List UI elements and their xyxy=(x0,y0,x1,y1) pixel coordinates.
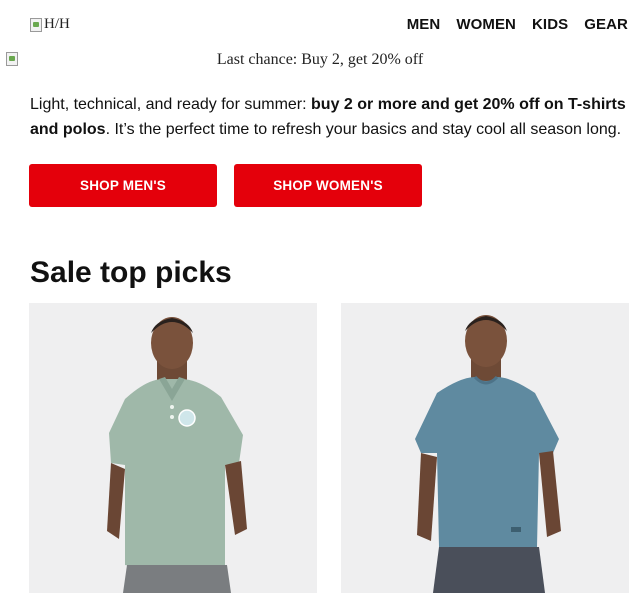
product-card-polo[interactable] xyxy=(29,303,317,593)
shop-mens-button[interactable]: SHOP MEN'S xyxy=(29,164,217,207)
main-nav: MEN WOMEN KIDS GEAR xyxy=(407,16,628,33)
shorts-shape xyxy=(433,547,545,593)
header: H/H MEN WOMEN KIDS GEAR xyxy=(0,0,640,48)
promo-banner: Last chance: Buy 2, get 20% off xyxy=(0,48,640,72)
polo-shirt-image xyxy=(107,317,247,593)
promo-text: Last chance: Buy 2, get 20% off xyxy=(216,51,424,68)
nav-item-men[interactable]: MEN xyxy=(407,16,441,33)
intro-lead: Light, technical, and ready for summer: xyxy=(30,96,312,113)
product-card-tshirt[interactable] xyxy=(341,303,629,593)
shop-womens-button[interactable]: SHOP WOMEN'S xyxy=(234,164,422,207)
nav-item-gear[interactable]: GEAR xyxy=(584,16,628,33)
shorts-shape xyxy=(123,565,231,593)
nav-item-women[interactable]: WOMEN xyxy=(456,16,516,33)
logo-alt-text: H/H xyxy=(44,16,70,32)
nav-item-kids[interactable]: KIDS xyxy=(532,16,568,33)
intro-paragraph: Light, technical, and ready for summer: … xyxy=(30,92,630,142)
brand-logo[interactable]: H/H xyxy=(30,16,70,33)
intro-tail: . It’s the perfect time to refresh your … xyxy=(105,121,622,138)
tshirt-shape xyxy=(415,377,559,551)
polo-shirt-shape xyxy=(109,379,243,569)
broken-image-icon xyxy=(30,17,42,32)
tshirt-image xyxy=(415,315,561,593)
section-title: Sale top picks xyxy=(30,256,232,289)
